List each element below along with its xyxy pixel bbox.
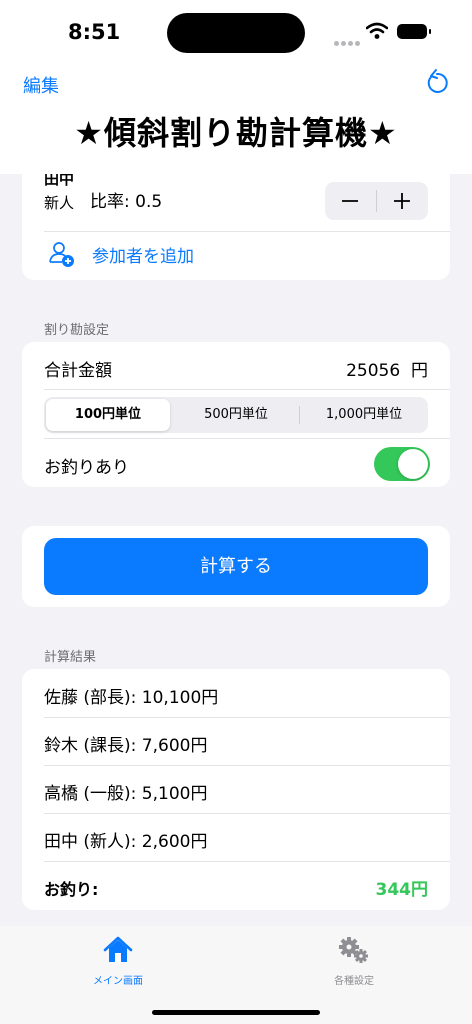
currency-label: 円: [411, 361, 428, 381]
status-time: 8:51: [68, 20, 121, 44]
divider: [44, 438, 450, 439]
result-row: 田中 (新人): 2,600円: [44, 832, 208, 852]
edit-button[interactable]: 編集: [23, 72, 59, 98]
toggle-knob: [398, 449, 428, 479]
divider: [44, 765, 450, 766]
total-amount-value: 25056: [346, 361, 401, 381]
segment-1000-yen[interactable]: 1,000円単位: [302, 399, 426, 431]
plus-icon[interactable]: [391, 190, 413, 212]
segment-500-yen[interactable]: 500円単位: [174, 399, 298, 431]
divider: [44, 717, 450, 718]
segment-divider: [299, 406, 300, 424]
settings-section-label: 割り勘設定: [44, 323, 110, 338]
home-indicator: [152, 1010, 320, 1015]
add-participant-button[interactable]: 参加者を追加: [22, 232, 450, 280]
ratio-stepper[interactable]: [325, 182, 428, 220]
battery-icon: [397, 24, 431, 39]
tab-main[interactable]: メイン画面: [58, 936, 178, 987]
participant-role: 新人: [44, 194, 75, 212]
total-amount-label: 合計金額: [44, 361, 112, 381]
page-title: ★傾斜割り勘計算機★: [74, 114, 398, 152]
calculate-button[interactable]: 計算する: [44, 538, 428, 595]
nav-header: 編集 ★傾斜割り勘計算機★: [0, 62, 472, 174]
change-label: お釣り:: [44, 880, 99, 899]
minus-icon[interactable]: [339, 190, 361, 212]
stepper-divider: [376, 190, 377, 212]
total-amount-field[interactable]: 25056 円: [346, 356, 428, 381]
result-row: 高橋 (一般): 5,100円: [44, 784, 208, 804]
tab-main-label: メイン画面: [93, 976, 143, 987]
participant-ratio: 比率: 0.5: [90, 192, 163, 212]
signal-icon: [334, 31, 362, 50]
calculate-card: 計算する: [22, 526, 450, 607]
divider: [44, 389, 450, 390]
settings-card: 合計金額 25056 円 100円単位 500円単位 1,000円単位 お釣りあ…: [22, 342, 450, 487]
tab-settings-label: 各種設定: [334, 976, 374, 987]
house-icon: [103, 936, 133, 962]
result-row: 佐藤 (部長): 10,100円: [44, 688, 219, 708]
wifi-icon: [366, 22, 388, 39]
reset-icon[interactable]: [424, 68, 450, 98]
divider: [44, 813, 450, 814]
results-card: 佐藤 (部長): 10,100円 鈴木 (課長): 7,600円 高橋 (一般)…: [22, 669, 450, 910]
tab-settings[interactable]: 各種設定: [294, 936, 414, 987]
dynamic-island: [167, 13, 305, 53]
results-section-label: 計算結果: [44, 650, 97, 665]
add-participant-label: 参加者を追加: [92, 247, 194, 267]
gear-icon: [339, 937, 368, 963]
change-toggle-label: お釣りあり: [44, 458, 129, 478]
status-bar: 8:51: [0, 0, 472, 62]
segment-100-yen[interactable]: 100円単位: [46, 399, 170, 431]
divider: [44, 861, 450, 862]
rounding-unit-picker[interactable]: 100円単位 500円単位 1,000円単位: [44, 397, 428, 433]
add-person-icon: [49, 242, 74, 267]
change-value: 344円: [375, 880, 429, 900]
result-row: 鈴木 (課長): 7,600円: [44, 736, 208, 756]
change-toggle[interactable]: [374, 447, 430, 481]
